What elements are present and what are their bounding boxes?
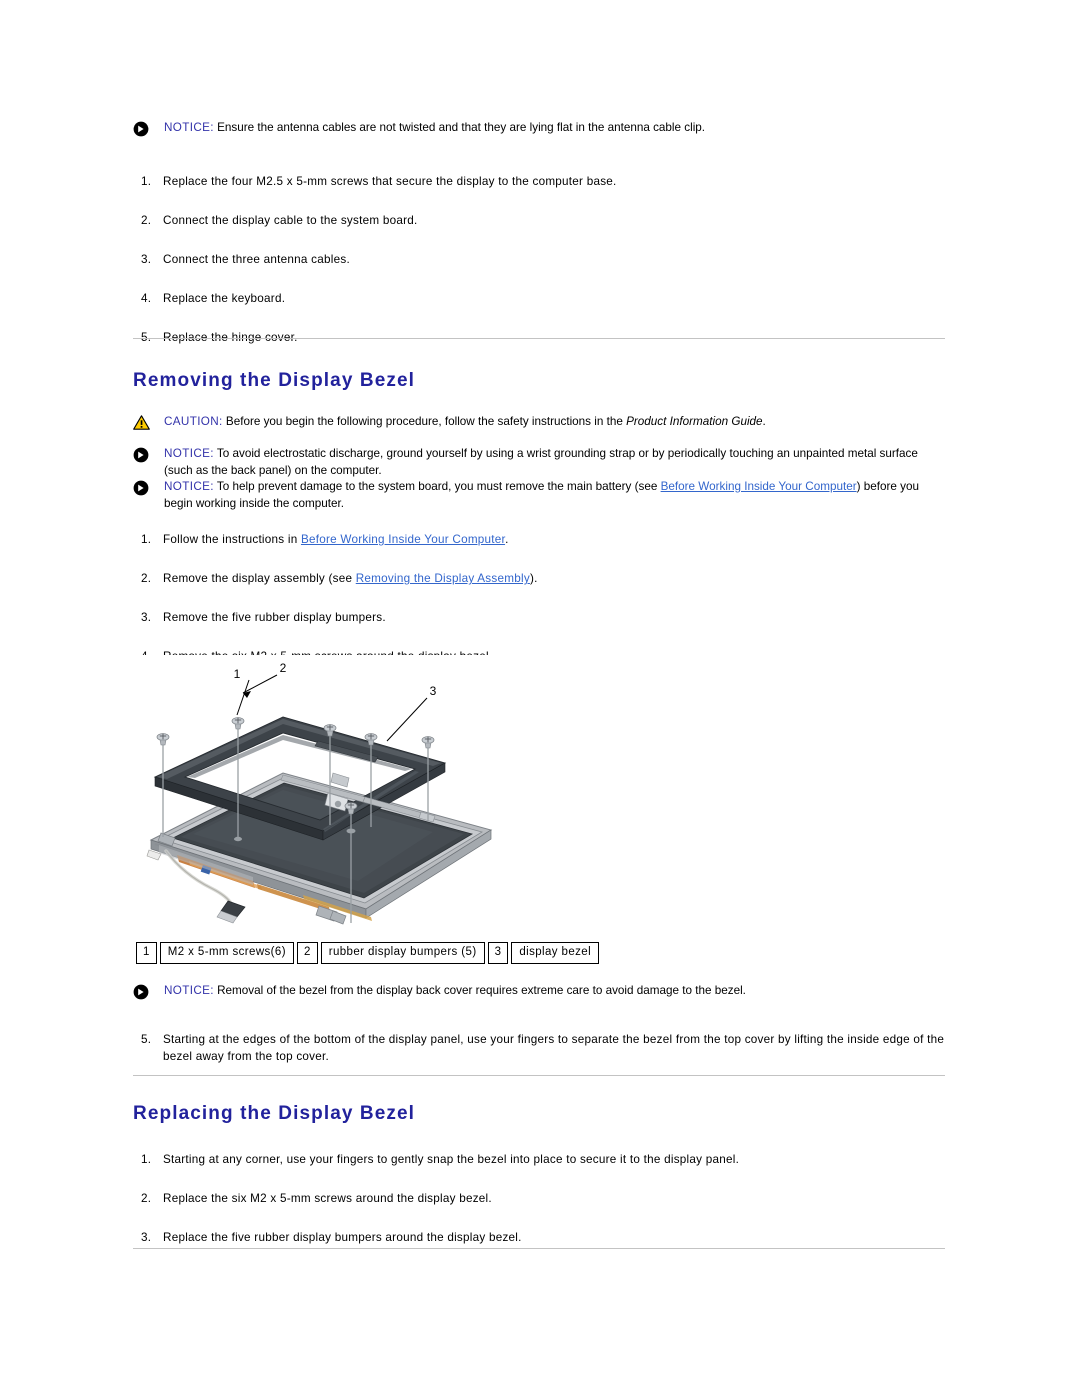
removing-step-list: 1. Follow the instructions in Before Wor… (133, 532, 945, 666)
step-number: 3. (141, 610, 152, 624)
notice-label: NOTICE: (164, 480, 214, 493)
notice-block: NOTICE: Ensure the antenna cables are no… (133, 120, 945, 137)
svg-text:1: 1 (234, 667, 241, 681)
notice-text: To avoid electrostatic discharge, ground… (164, 447, 918, 477)
link-before-working-inside-your-computer[interactable]: Before Working Inside Your Computer (301, 533, 505, 546)
figure-legend-table: 1 M2 x 5-mm screws(6) 2 rubber display b… (133, 942, 602, 965)
legend-label-3: display bezel (511, 942, 600, 965)
top-step-list: 1. Replace the four M2.5 x 5-mm screws t… (133, 174, 945, 347)
step-text: Replace the six M2 x 5-mm screws around … (163, 1191, 492, 1205)
notice-text: Ensure the antenna cables are not twiste… (213, 121, 706, 134)
step-number: 2. (141, 571, 152, 585)
step-number: 1. (141, 533, 152, 546)
notice-icon (133, 121, 153, 138)
step-number: 2. (141, 1191, 152, 1205)
step-number: 5. (141, 1033, 152, 1046)
list-item: 4. Replace the keyboard. (133, 291, 945, 308)
replacing-heading-wrap: Replacing the Display Bezel (133, 1103, 945, 1126)
legend-index-2: 2 (296, 942, 318, 965)
figure-display-bezel: 1 2 3 (133, 655, 945, 930)
notice-text-before: To help prevent damage to the system boa… (213, 480, 661, 493)
caution-icon (133, 415, 153, 432)
page-title-replacing: Replacing the Display Bezel (133, 1103, 416, 1124)
ordered-steps: 1. Replace the four M2.5 x 5-mm screws t… (133, 174, 945, 347)
notice-2-wrap: NOTICE: To help prevent damage to the sy… (133, 479, 945, 512)
step-text: Remove the five rubber display bumpers. (163, 610, 386, 624)
caution-label: CAUTION: (164, 415, 223, 428)
step-text: Replace the keyboard. (163, 291, 286, 305)
list-item: 5. Starting at the edges of the bottom o… (133, 1032, 945, 1066)
caution-text-after: . (762, 415, 766, 428)
step-text-after: . (505, 533, 509, 546)
notice-3-wrap: NOTICE: Removal of the bezel from the di… (133, 983, 945, 1000)
caution-wrap: CAUTION: Before you begin the following … (133, 414, 945, 431)
notice-icon (133, 480, 153, 497)
figure-image: 1 2 3 (133, 655, 553, 930)
caution-italic-reference: Product Information Guide (626, 415, 763, 428)
list-item: 3. Remove the five rubber display bumper… (133, 610, 945, 627)
step-text: Connect the display cable to the system … (163, 213, 418, 227)
svg-text:3: 3 (430, 684, 437, 698)
list-item: 2. Remove the display assembly (see Remo… (133, 571, 945, 588)
step-text-after: ). (529, 571, 538, 585)
horizontal-rule (133, 1248, 945, 1249)
section-divider-2 (133, 1075, 945, 1076)
step-number: 1. (141, 1153, 152, 1166)
legend-index-1: 1 (136, 942, 157, 965)
legend-index-3: 3 (487, 942, 509, 965)
list-item: 2. Replace the six M2 x 5-mm screws arou… (133, 1191, 945, 1208)
step-number: 1. (141, 175, 152, 188)
svg-text:2: 2 (280, 661, 287, 675)
step-number: 2. (141, 213, 152, 227)
legend-label-2: rubber display bumpers (5) (320, 942, 485, 965)
table-row: 1 M2 x 5-mm screws(6) 2 rubber display b… (136, 942, 600, 965)
step-text: Starting at the edges of the bottom of t… (163, 1033, 945, 1063)
list-item: 1. Follow the instructions in Before Wor… (133, 532, 945, 549)
legend-label-1: M2 x 5-mm screws(6) (159, 942, 294, 965)
notice-icon (133, 984, 153, 1001)
step-text: Replace the four M2.5 x 5-mm screws that… (163, 175, 617, 188)
notice-1-wrap: NOTICE: To avoid electrostatic discharge… (133, 446, 945, 479)
document-page: NOTICE: Ensure the antenna cables are no… (0, 0, 1080, 1397)
notice-text: Removal of the bezel from the display ba… (213, 984, 746, 997)
horizontal-rule (133, 338, 945, 339)
notice-label: NOTICE: (164, 121, 214, 134)
list-item: 3. Connect the three antenna cables. (133, 252, 945, 269)
step-number: 4. (141, 291, 152, 305)
step-text: Replace the five rubber display bumpers … (163, 1230, 522, 1244)
caution-text-before: Before you begin the following procedure… (222, 415, 627, 428)
list-item: 2. Connect the display cable to the syst… (133, 213, 945, 230)
link-removing-the-display-assembly[interactable]: Removing the Display Assembly (356, 572, 530, 585)
list-item: 1. Starting at any corner, use your fing… (133, 1152, 945, 1169)
caution-block: CAUTION: Before you begin the following … (133, 414, 945, 431)
step-text-before: Follow the instructions in (163, 533, 301, 546)
page-title-removing: Removing the Display Bezel (133, 370, 416, 391)
notice-block: NOTICE: To help prevent damage to the sy… (133, 479, 945, 512)
top-notice: NOTICE: Ensure the antenna cables are no… (133, 120, 945, 137)
ordered-steps: 5. Starting at the edges of the bottom o… (133, 1032, 945, 1066)
step-number: 3. (141, 252, 152, 266)
ordered-steps: 1. Starting at any corner, use your fing… (133, 1152, 945, 1247)
step-text: Starting at any corner, use your fingers… (163, 1153, 740, 1166)
step-number: 3. (141, 1230, 152, 1244)
notice-label: NOTICE: (164, 447, 214, 460)
notice-label: NOTICE: (164, 984, 214, 997)
list-item: 1. Replace the four M2.5 x 5-mm screws t… (133, 174, 945, 191)
ordered-steps: 1. Follow the instructions in Before Wor… (133, 532, 945, 666)
notice-icon (133, 447, 153, 464)
figure-legend-wrap: 1 M2 x 5-mm screws(6) 2 rubber display b… (133, 942, 945, 965)
notice-block: NOTICE: To avoid electrostatic discharge… (133, 446, 945, 479)
step-text-before: Remove the display assembly (see (163, 571, 356, 585)
removing-step-5-wrap: 5. Starting at the edges of the bottom o… (133, 1032, 945, 1066)
step-text: Connect the three antenna cables. (163, 252, 350, 266)
section-divider-3 (133, 1248, 945, 1249)
list-item: 3. Replace the five rubber display bumpe… (133, 1230, 945, 1247)
link-before-working-inside-your-computer[interactable]: Before Working Inside Your Computer (661, 480, 857, 493)
notice-block: NOTICE: Removal of the bezel from the di… (133, 983, 945, 1000)
horizontal-rule (133, 1075, 945, 1076)
section-divider-1 (133, 338, 945, 339)
removing-heading-wrap: Removing the Display Bezel (133, 370, 945, 393)
replacing-step-list: 1. Starting at any corner, use your fing… (133, 1152, 945, 1247)
